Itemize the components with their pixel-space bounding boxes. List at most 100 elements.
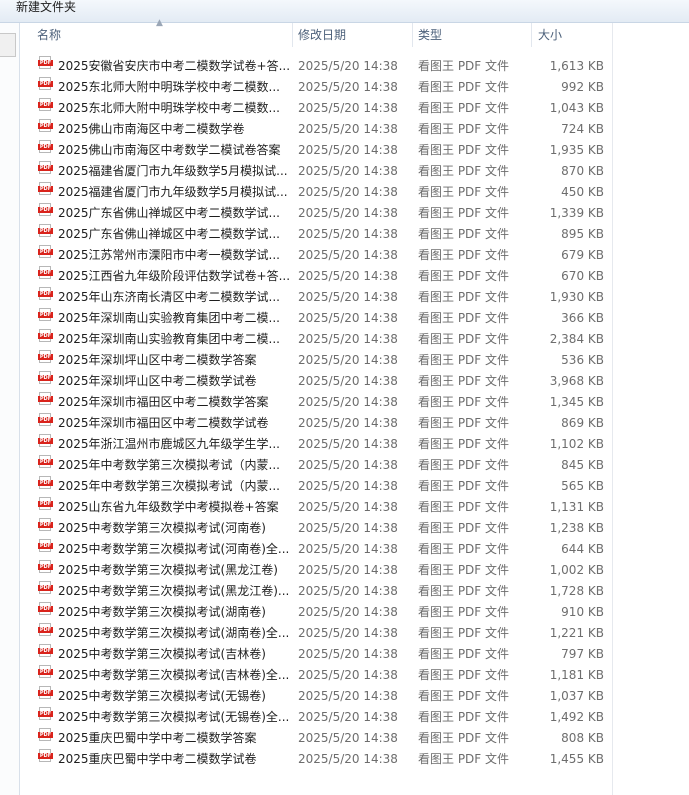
file-type: 看图王 PDF 文件 <box>418 731 510 745</box>
file-row[interactable]: PDF 2025年浙江温州市鹿城区九年级学生学... 2025/5/20 14:38… <box>20 434 612 455</box>
pdf-file-icon: PDF <box>38 77 53 90</box>
pdf-file-icon: PDF <box>38 602 53 615</box>
file-row[interactable]: PDF 2025中考数学第三次模拟考试(吉林卷)全... 2025/5/20 14:… <box>20 665 612 686</box>
column-header-size[interactable]: 大小 <box>538 23 562 47</box>
file-size: 1,345 KB <box>549 395 604 409</box>
column-header-type[interactable]: 类型 <box>418 23 442 47</box>
file-row[interactable]: PDF 2025佛山市南海区中考二模数学卷 2025/5/20 14:38 看图王 P… <box>20 119 612 140</box>
file-name: 2025中考数学第三次模拟考试(黑龙江卷)... <box>58 584 290 598</box>
file-modified-date: 2025/5/20 14:38 <box>298 437 398 451</box>
file-row[interactable]: PDF 2025重庆巴蜀中学中考二模数学试卷 2025/5/20 14:38 看图王 … <box>20 749 612 770</box>
file-row[interactable]: PDF 2025广东省佛山禅城区中考二模数学试... 2025/5/20 14:38… <box>20 224 612 245</box>
file-type: 看图王 PDF 文件 <box>418 101 510 115</box>
file-type: 看图王 PDF 文件 <box>418 458 510 472</box>
file-row[interactable]: PDF 2025年中考数学第三次模拟考试（内蒙... 2025/5/20 14:38… <box>20 455 612 476</box>
pdf-file-icon: PDF <box>38 329 53 342</box>
file-row[interactable]: PDF 2025中考数学第三次模拟考试(无锡卷) 2025/5/20 14:38 看图… <box>20 686 612 707</box>
file-type: 看图王 PDF 文件 <box>418 542 510 556</box>
file-size: 565 KB <box>561 479 604 493</box>
file-size: 1,728 KB <box>549 584 604 598</box>
file-row[interactable]: PDF 2025年山东济南长清区中考二模数学试... 2025/5/20 14:38… <box>20 287 612 308</box>
file-modified-date: 2025/5/20 14:38 <box>298 59 398 73</box>
file-type: 看图王 PDF 文件 <box>418 206 510 220</box>
file-row[interactable]: PDF 2025福建省厦门市九年级数学5月模拟试... 2025/5/20 14:3… <box>20 182 612 203</box>
column-divider[interactable] <box>531 23 532 47</box>
file-name: 2025年浙江温州市鹿城区九年级学生学... <box>58 437 280 451</box>
pdf-file-icon: PDF <box>38 287 53 300</box>
file-name: 2025年深圳南山实验教育集团中考二模... <box>58 332 280 346</box>
navigation-pane <box>0 23 20 795</box>
file-row[interactable]: PDF 2025安徽省安庆市中考二模数学试卷+答... 2025/5/20 14:3… <box>20 56 612 77</box>
pdf-file-icon: PDF <box>38 455 53 468</box>
file-modified-date: 2025/5/20 14:38 <box>298 206 398 220</box>
file-size: 1,492 KB <box>549 710 604 724</box>
file-row[interactable]: PDF 2025中考数学第三次模拟考试(黑龙江卷)... 2025/5/20 14:… <box>20 581 612 602</box>
file-row[interactable]: PDF 2025中考数学第三次模拟考试(无锡卷)全... 2025/5/20 14:… <box>20 707 612 728</box>
file-row[interactable]: PDF 2025年中考数学第三次模拟考试（内蒙... 2025/5/20 14:38… <box>20 476 612 497</box>
file-type: 看图王 PDF 文件 <box>418 395 510 409</box>
file-modified-date: 2025/5/20 14:38 <box>298 122 398 136</box>
pdf-file-icon: PDF <box>38 560 53 573</box>
column-divider[interactable] <box>412 23 413 47</box>
pdf-file-icon: PDF <box>38 350 53 363</box>
file-type: 看图王 PDF 文件 <box>418 227 510 241</box>
column-divider[interactable] <box>292 23 293 47</box>
file-name: 2025中考数学第三次模拟考试(湖南卷) <box>58 605 266 619</box>
file-row[interactable]: PDF 2025福建省厦门市九年级数学5月模拟试... 2025/5/20 14:3… <box>20 161 612 182</box>
file-type: 看图王 PDF 文件 <box>418 479 510 493</box>
file-row[interactable]: PDF 2025重庆巴蜀中学中考二模数学答案 2025/5/20 14:38 看图王 … <box>20 728 612 749</box>
pdf-file-icon: PDF <box>38 686 53 699</box>
file-size: 1,102 KB <box>549 437 604 451</box>
file-modified-date: 2025/5/20 14:38 <box>298 584 398 598</box>
file-row[interactable]: PDF 2025中考数学第三次模拟考试(黑龙江卷) 2025/5/20 14:38 看… <box>20 560 612 581</box>
file-row[interactable]: PDF 2025中考数学第三次模拟考试(河南卷)全... 2025/5/20 14:… <box>20 539 612 560</box>
file-row[interactable]: PDF 2025年深圳南山实验教育集团中考二模... 2025/5/20 14:38… <box>20 308 612 329</box>
file-row[interactable]: PDF 2025中考数学第三次模拟考试(湖南卷)全... 2025/5/20 14:… <box>20 623 612 644</box>
file-list: PDF 2025安徽省安庆市中考二模数学试卷+答... 2025/5/20 14:3… <box>20 56 612 770</box>
file-name: 2025佛山市南海区中考数学二模试卷答案 <box>58 143 281 157</box>
file-row[interactable]: PDF 2025东北师大附中明珠学校中考二模数... 2025/5/20 14:38… <box>20 98 612 119</box>
navigation-pane-tab[interactable] <box>0 33 16 57</box>
file-row[interactable]: PDF 2025年深圳南山实验教育集团中考二模... 2025/5/20 14:38… <box>20 329 612 350</box>
pdf-file-icon: PDF <box>38 413 53 426</box>
file-modified-date: 2025/5/20 14:38 <box>298 374 398 388</box>
file-row[interactable]: PDF 2025年深圳坪山区中考二模数学答案 2025/5/20 14:38 看图王 … <box>20 350 612 371</box>
file-modified-date: 2025/5/20 14:38 <box>298 332 398 346</box>
file-row[interactable]: PDF 2025山东省九年级数学中考模拟卷+答案 2025/5/20 14:38 看图… <box>20 497 612 518</box>
file-modified-date: 2025/5/20 14:38 <box>298 311 398 325</box>
file-row[interactable]: PDF 2025中考数学第三次模拟考试(湖南卷) 2025/5/20 14:38 看图… <box>20 602 612 623</box>
list-right-border <box>612 23 613 795</box>
file-size: 724 KB <box>561 122 604 136</box>
file-modified-date: 2025/5/20 14:38 <box>298 227 398 241</box>
file-row[interactable]: PDF 2025佛山市南海区中考数学二模试卷答案 2025/5/20 14:38 看图… <box>20 140 612 161</box>
pdf-file-icon: PDF <box>38 728 53 741</box>
file-row[interactable]: PDF 2025广东省佛山禅城区中考二模数学试... 2025/5/20 14:38… <box>20 203 612 224</box>
file-size: 2,384 KB <box>549 332 604 346</box>
file-size: 1,455 KB <box>549 752 604 766</box>
file-modified-date: 2025/5/20 14:38 <box>298 290 398 304</box>
pdf-file-icon: PDF <box>38 665 53 678</box>
file-modified-date: 2025/5/20 14:38 <box>298 731 398 745</box>
file-name: 2025中考数学第三次模拟考试(吉林卷)全... <box>58 668 290 682</box>
file-row[interactable]: PDF 2025江西省九年级阶段评估数学试卷+答... 2025/5/20 14:3… <box>20 266 612 287</box>
file-type: 看图王 PDF 文件 <box>418 143 510 157</box>
file-row[interactable]: PDF 2025中考数学第三次模拟考试(河南卷) 2025/5/20 14:38 看图… <box>20 518 612 539</box>
file-row[interactable]: PDF 2025年深圳坪山区中考二模数学试卷 2025/5/20 14:38 看图王 … <box>20 371 612 392</box>
file-row[interactable]: PDF 2025东北师大附中明珠学校中考二模数... 2025/5/20 14:38… <box>20 77 612 98</box>
file-modified-date: 2025/5/20 14:38 <box>298 521 398 535</box>
file-type: 看图王 PDF 文件 <box>418 185 510 199</box>
file-row[interactable]: PDF 2025年深圳市福田区中考二模数学答案 2025/5/20 14:38 看图王… <box>20 392 612 413</box>
file-name: 2025中考数学第三次模拟考试(吉林卷) <box>58 647 266 661</box>
pdf-file-icon: PDF <box>38 581 53 594</box>
file-type: 看图王 PDF 文件 <box>418 710 510 724</box>
file-row[interactable]: PDF 2025江苏常州市溧阳市中考一模数学试... 2025/5/20 14:38… <box>20 245 612 266</box>
file-name: 2025年山东济南长清区中考二模数学试... <box>58 290 280 304</box>
file-row[interactable]: PDF 2025年深圳市福田区中考二模数学试卷 2025/5/20 14:38 看图王… <box>20 413 612 434</box>
file-size: 1,181 KB <box>549 668 604 682</box>
file-type: 看图王 PDF 文件 <box>418 584 510 598</box>
file-modified-date: 2025/5/20 14:38 <box>298 164 398 178</box>
file-size: 1,043 KB <box>549 101 604 115</box>
column-header-date[interactable]: 修改日期 <box>298 23 346 47</box>
file-row[interactable]: PDF 2025中考数学第三次模拟考试(吉林卷) 2025/5/20 14:38 看图… <box>20 644 612 665</box>
column-header-name[interactable]: 名称 <box>37 23 61 47</box>
